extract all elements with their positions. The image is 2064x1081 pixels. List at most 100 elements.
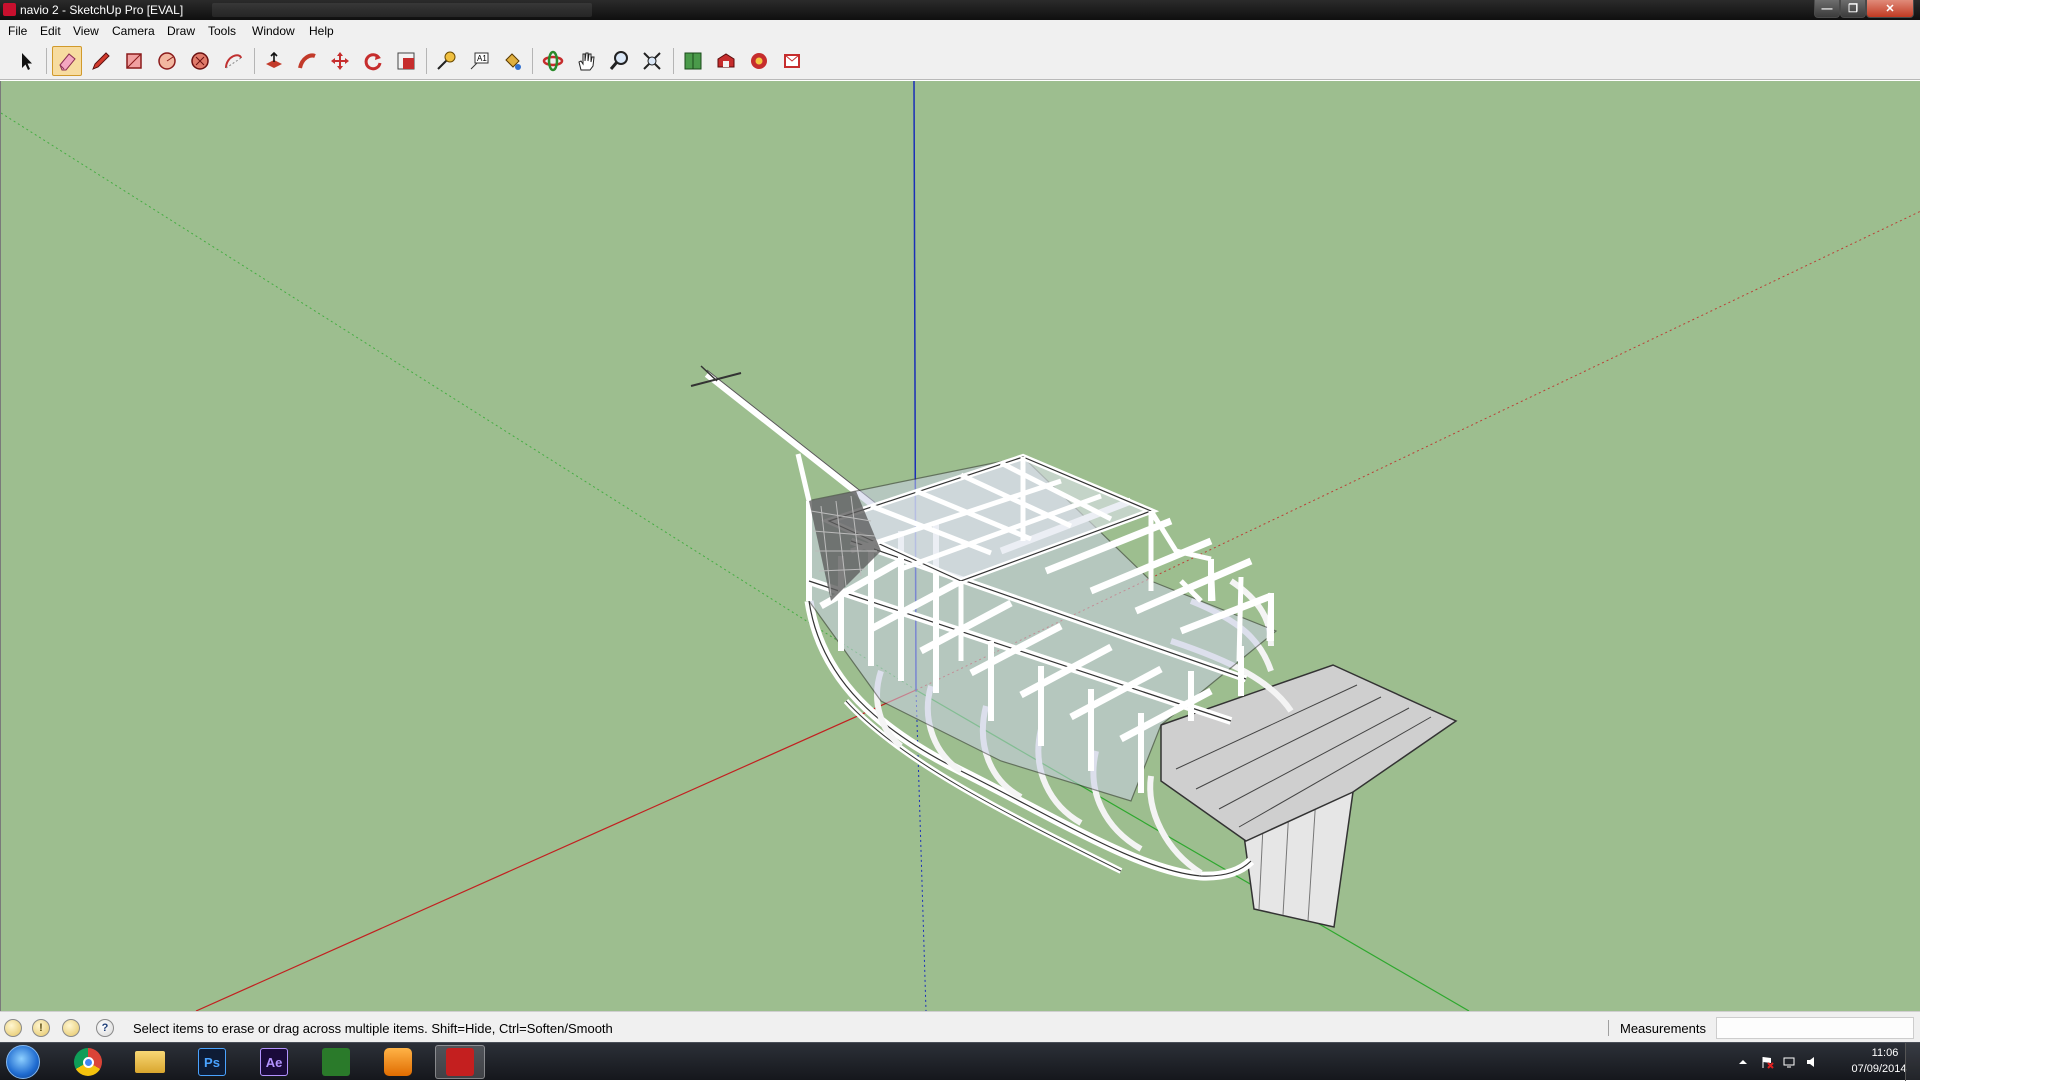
pan-tool[interactable] — [571, 46, 601, 76]
geolocation-icon[interactable] — [4, 1019, 22, 1037]
circle-tool[interactable] — [152, 46, 182, 76]
windows-taskbar: Ps Ae 11:06 07/09/2014 — [0, 1042, 1920, 1081]
menu-bar: File Edit View Camera Draw Tools Window … — [0, 20, 1920, 40]
taskbar-photoshop[interactable]: Ps — [187, 1045, 237, 1079]
paint-bucket-icon — [505, 53, 521, 70]
menu-window[interactable]: Window — [252, 24, 295, 38]
polygon-icon — [191, 52, 209, 70]
push-pull-tool[interactable] — [259, 46, 289, 76]
title-bar-blur — [212, 3, 592, 17]
photoshop-icon: Ps — [198, 1048, 226, 1076]
media-player-icon — [384, 1048, 412, 1076]
minimize-button[interactable]: — — [1814, 0, 1840, 18]
red-axis-positive — [195, 689, 917, 1011]
pencil-tool[interactable] — [86, 46, 116, 76]
taskbar-chrome[interactable] — [63, 1045, 113, 1079]
arc-tool[interactable] — [218, 46, 248, 76]
rotate-icon — [364, 53, 382, 71]
tape-measure-tool[interactable] — [431, 46, 461, 76]
taskbar-explorer[interactable] — [125, 1045, 175, 1079]
menu-file[interactable]: File — [8, 24, 27, 38]
orbit-icon — [542, 50, 564, 72]
start-button[interactable] — [6, 1045, 40, 1079]
rotate-tool[interactable] — [358, 46, 388, 76]
close-button[interactable]: ✕ — [1866, 0, 1914, 18]
follow-me-tool[interactable] — [292, 46, 322, 76]
action-center-flag-icon[interactable] — [1760, 1055, 1774, 1069]
follow-me-icon — [298, 53, 316, 69]
hand-icon — [578, 52, 595, 71]
add-location-tool[interactable] — [678, 46, 708, 76]
menu-tools[interactable]: Tools — [208, 24, 236, 38]
extension-warehouse-tool[interactable] — [777, 46, 807, 76]
menu-view[interactable]: View — [73, 24, 99, 38]
rectangle-tool[interactable] — [119, 46, 149, 76]
show-hidden-icons-icon[interactable] — [1736, 1055, 1750, 1069]
rectangle-icon — [126, 53, 142, 69]
text-tool[interactable]: A1 — [464, 46, 494, 76]
zoom-extents-tool[interactable] — [637, 46, 667, 76]
model-scene — [1, 81, 1920, 1011]
chrome-icon — [74, 1048, 102, 1076]
paint-bucket-tool[interactable] — [497, 46, 527, 76]
bowsprit — [690, 365, 880, 511]
sketchup-app-icon[interactable] — [3, 3, 16, 16]
system-tray: 11:06 07/09/2014 — [1725, 1043, 1920, 1081]
network-icon[interactable] — [1782, 1055, 1796, 1069]
menu-draw[interactable]: Draw — [167, 24, 195, 38]
status-bar: ! ? Select items to erase or drag across… — [0, 1011, 1920, 1042]
after-effects-icon: Ae — [260, 1048, 288, 1076]
user-icon[interactable] — [62, 1019, 80, 1037]
eraser-tool[interactable] — [52, 46, 82, 76]
modeling-viewport[interactable] — [0, 81, 1920, 1011]
move-tool[interactable] — [325, 46, 355, 76]
move-icon — [331, 52, 349, 70]
volume-icon[interactable] — [1805, 1055, 1819, 1069]
help-icon[interactable]: ? — [96, 1019, 114, 1037]
tape-measure-icon — [437, 51, 456, 70]
pencil-icon — [92, 52, 110, 70]
scale-tool[interactable] — [391, 46, 421, 76]
taskbar-aftereffects[interactable]: Ae — [249, 1045, 299, 1079]
svg-text:A1: A1 — [477, 54, 487, 63]
menu-edit[interactable]: Edit — [40, 24, 61, 38]
credits-icon[interactable]: ! — [32, 1019, 50, 1037]
empty-margin — [1920, 0, 2064, 1080]
measurements-input[interactable] — [1716, 1017, 1914, 1039]
scale-icon — [397, 52, 415, 70]
share-model-tool[interactable] — [744, 46, 774, 76]
measurements-label: Measurements — [1620, 1021, 1706, 1036]
select-tool[interactable] — [11, 46, 41, 76]
taskbar-media-player[interactable] — [373, 1045, 423, 1079]
magnifier-icon — [609, 51, 628, 70]
orbit-tool[interactable] — [538, 46, 568, 76]
get-models-tool[interactable] — [711, 46, 741, 76]
text-icon: A1 — [470, 52, 489, 70]
share-icon — [751, 53, 767, 69]
status-hint: Select items to erase or drag across mul… — [133, 1021, 613, 1036]
taskbar-sketchup[interactable] — [435, 1045, 485, 1079]
main-toolbar: A1 — [0, 40, 1920, 80]
map-icon — [684, 52, 702, 70]
arc-icon — [225, 54, 242, 69]
menu-camera[interactable]: Camera — [112, 24, 155, 38]
green-axis-negative — [1, 112, 917, 691]
extension-icon — [784, 54, 800, 68]
blue-axis-negative — [915, 689, 927, 1011]
measurements-divider — [1608, 1020, 1609, 1036]
sketchup-icon — [446, 1048, 474, 1076]
sketchbook-icon — [322, 1048, 350, 1076]
arrow-icon — [22, 53, 32, 70]
folder-icon — [135, 1051, 165, 1073]
window-title: navio 2 - SketchUp Pro [EVAL] — [20, 3, 184, 17]
push-pull-icon — [266, 51, 282, 68]
show-desktop-button[interactable] — [1905, 1043, 1920, 1081]
polygon-tool[interactable] — [185, 46, 215, 76]
title-bar: navio 2 - SketchUp Pro [EVAL] — ❐ ✕ — [0, 0, 1920, 20]
menu-help[interactable]: Help — [309, 24, 334, 38]
sketchup-window: navio 2 - SketchUp Pro [EVAL] — ❐ ✕ File… — [0, 0, 1920, 1081]
maximize-button[interactable]: ❐ — [1840, 0, 1866, 18]
zoom-extents-icon — [643, 52, 661, 70]
taskbar-sketchbook[interactable] — [311, 1045, 361, 1079]
zoom-tool[interactable] — [604, 46, 634, 76]
